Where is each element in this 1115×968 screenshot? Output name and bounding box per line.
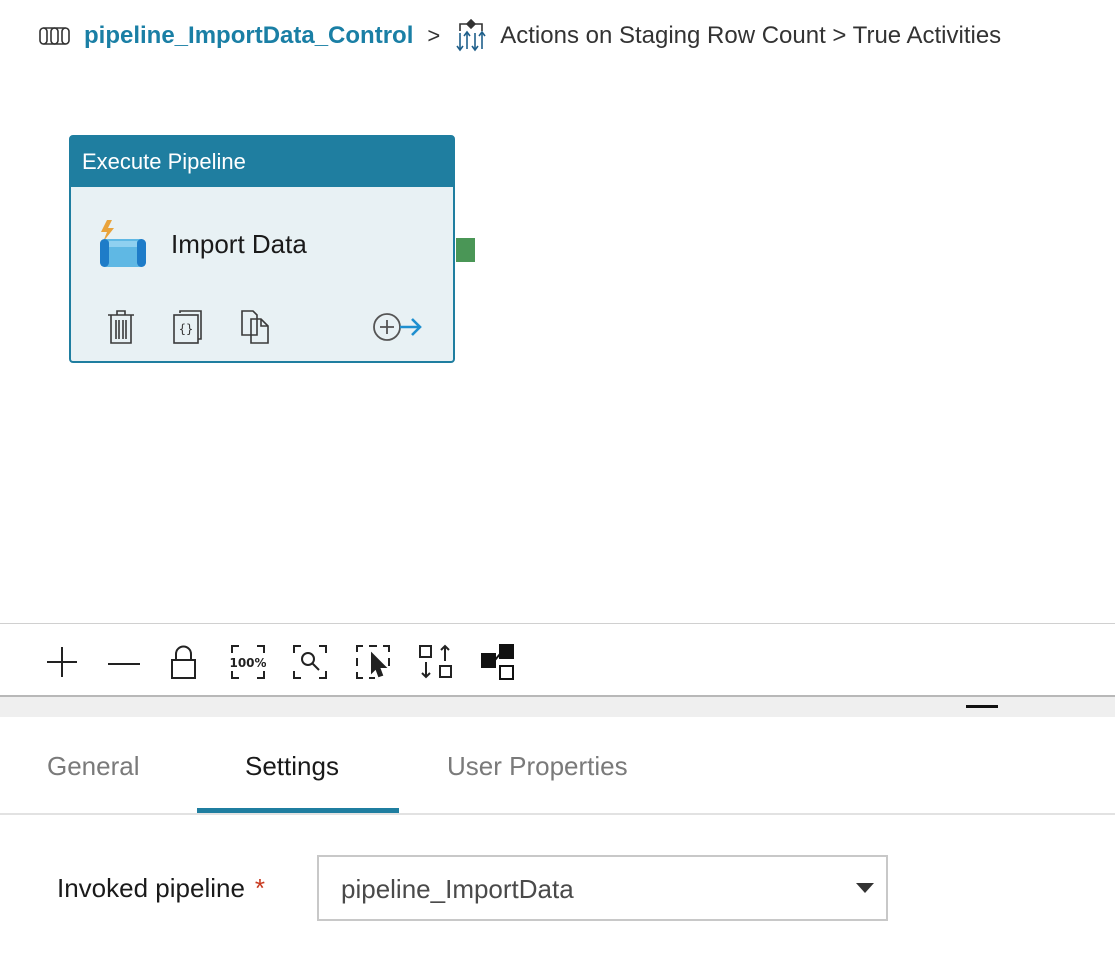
invoked-pipeline-value: pipeline_ImportData (341, 874, 574, 904)
zoom-to-fit-icon[interactable] (292, 644, 328, 680)
zoom-out-icon[interactable] (106, 644, 142, 680)
zoom-100-icon[interactable]: 100% (229, 644, 267, 680)
auto-align-icon[interactable] (418, 644, 454, 680)
splitter-grip[interactable] (966, 705, 998, 708)
execute-pipeline-activity[interactable]: Execute Pipeline Import Data {} (69, 135, 455, 363)
active-tab-indicator (197, 808, 399, 813)
code-icon[interactable]: {} (171, 309, 203, 345)
tab-user-properties[interactable]: User Properties (447, 751, 628, 782)
required-marker: * (254, 873, 266, 903)
panel-splitter[interactable] (0, 697, 1115, 717)
tab-settings[interactable]: Settings (245, 751, 339, 782)
copy-icon[interactable] (239, 309, 271, 345)
canvas-toolbar: 100% (0, 623, 1115, 697)
zoom-in-icon[interactable] (44, 644, 80, 680)
properties-tabs: General Settings User Properties (0, 717, 1115, 815)
breadcrumb: pipeline_ImportData_Control > Actions on… (38, 18, 1001, 54)
breadcrumb-pipeline-link[interactable]: pipeline_ImportData_Control (84, 22, 413, 50)
breadcrumb-activity-path[interactable]: Actions on Staging Row Count > True Acti… (500, 22, 1001, 50)
zoom-100-label: 100% (230, 656, 266, 670)
activity-type-label: Execute Pipeline (82, 149, 246, 174)
chevron-down-icon (856, 883, 874, 893)
select-icon[interactable] (355, 644, 391, 680)
delete-icon[interactable] (105, 309, 137, 345)
invoked-pipeline-select[interactable]: pipeline_ImportData (317, 855, 888, 921)
invoked-pipeline-label-text: Invoked pipeline (57, 873, 245, 903)
success-output-port[interactable] (456, 238, 475, 262)
add-output-icon[interactable] (372, 309, 424, 345)
execute-pipeline-icon (96, 219, 148, 271)
svg-text:{}: {} (179, 322, 193, 336)
tab-general[interactable]: General (47, 751, 140, 782)
pipeline-icon (38, 25, 72, 47)
if-condition-icon (456, 19, 486, 53)
activity-name: Import Data (171, 229, 307, 259)
lock-icon[interactable] (166, 644, 202, 680)
breadcrumb-separator: > (427, 23, 441, 48)
invoked-pipeline-label: Invoked pipeline * (57, 873, 265, 904)
activity-type-header: Execute Pipeline (71, 137, 453, 187)
dependencies-icon[interactable] (480, 644, 516, 680)
